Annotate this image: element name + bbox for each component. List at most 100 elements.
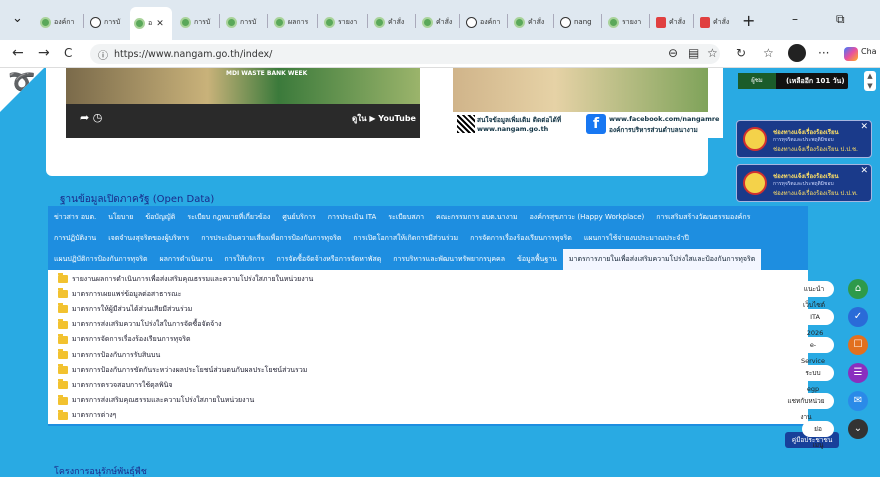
site-info-icon[interactable]: ⓘ bbox=[98, 47, 108, 62]
tab-label: องค์กา bbox=[480, 17, 501, 26]
side-menu-button[interactable]: ☰ bbox=[844, 363, 872, 383]
nav-link[interactable]: ผลการดำเนินงาน bbox=[154, 254, 219, 265]
nav-link[interactable]: ข้อบัญญัติ bbox=[139, 212, 181, 223]
tab-close-icon[interactable]: ✕ bbox=[156, 19, 164, 29]
nav-link[interactable]: การปฏิบัติงาน bbox=[48, 233, 102, 244]
pdf-icon bbox=[700, 16, 710, 28]
browser-tab[interactable]: คำสั่ง bbox=[696, 9, 736, 35]
site-favicon-icon bbox=[422, 16, 433, 28]
copilot-icon[interactable] bbox=[844, 47, 858, 61]
tab-label: การบั bbox=[194, 17, 211, 26]
nav-link[interactable]: การประเมินความเสี่ยงเพื่อการป้องกันการทุ… bbox=[195, 233, 347, 244]
reload-button[interactable]: C bbox=[64, 46, 72, 60]
url-field[interactable]: ⓘ https://www.nangam.go.th/index/ bbox=[90, 44, 720, 64]
browser-tab[interactable]: รายงา bbox=[320, 9, 366, 35]
tab-separator bbox=[367, 14, 368, 28]
notification-subtitle: การทุจริตและประพฤติมิชอบ bbox=[773, 181, 834, 187]
browser-tab[interactable]: คำสั่ง bbox=[510, 9, 552, 35]
list-item[interactable]: รายงานผลการดำเนินการเพื่อส่งเสริมคุณธรรม… bbox=[58, 273, 313, 285]
share-icon[interactable]: ➦ ◷ bbox=[80, 111, 102, 124]
list-item[interactable]: มาตรการส่งเสริมความโปร่งใสในการจัดซื้อจั… bbox=[58, 318, 222, 331]
nav-link[interactable]: ระเบียบ กฎหมายที่เกี่ยวข้อง bbox=[181, 212, 276, 223]
nav-link[interactable]: ข้อมูลพื้นฐาน bbox=[511, 254, 563, 265]
browser-tab[interactable]: คำสั่ง bbox=[418, 9, 458, 35]
side-menu-label[interactable]: แนะนำเว็บไซต์ bbox=[794, 281, 834, 309]
site-favicon-icon bbox=[374, 16, 385, 28]
side-menu-button[interactable]: ✉ bbox=[844, 391, 872, 411]
browser-tab[interactable]: การบั bbox=[176, 9, 218, 35]
nav-link[interactable]: ศูนย์บริการ bbox=[276, 212, 321, 223]
tab-active[interactable]: อ ✕ bbox=[130, 7, 172, 40]
nav-link[interactable]: การจัดซื้อจัดจ้างหรือการจัดหาพัสดุ bbox=[271, 254, 388, 265]
nav-link[interactable]: ระเบียบสภา bbox=[382, 212, 430, 223]
side-menu-button[interactable]: ⌄ bbox=[844, 419, 872, 439]
nav-link[interactable]: การประเมิน ITA bbox=[322, 212, 383, 223]
more-menu-icon[interactable]: ··· bbox=[818, 46, 829, 60]
close-icon[interactable]: ✕ bbox=[860, 166, 868, 176]
tab-label: คำสั่ง bbox=[669, 17, 686, 26]
nav-link[interactable]: เจตจำนงสุจริตของผู้บริหาร bbox=[102, 233, 195, 244]
zoom-icon[interactable]: ⊖ bbox=[668, 46, 678, 60]
open-data-title[interactable]: ฐานข้อมูลเปิดภาครัฐ (Open Data) bbox=[60, 192, 214, 207]
nav-link[interactable]: มาตรการภายในเพื่อส่งเสริมความโปร่งใสและป… bbox=[562, 249, 762, 270]
list-item[interactable]: มาตรการป้องกันการขัดกันระหว่างผลประโยชน์… bbox=[58, 364, 307, 376]
open-data-nav: ข่าวสาร อบต. นโยบาย ข้อบัญญัติ ระเบียบ กฎหม… bbox=[48, 206, 808, 270]
list-item[interactable]: มาตรการให้ผู้มีส่วนได้ส่วนเสียมีส่วนร่วม bbox=[58, 303, 192, 315]
browser-tab[interactable]: องค์กา bbox=[36, 9, 80, 35]
page-scroll-control[interactable]: ▲ ▼ bbox=[864, 71, 876, 91]
tab-list-dropdown-icon[interactable]: ⌄ bbox=[12, 11, 23, 26]
list-item[interactable]: มาตรการส่งเสริมคุณธรรมและความโปร่งใสภายใ… bbox=[58, 394, 254, 407]
list-item[interactable]: มาตรการจัดการเรื่องร้องเรียนการทุจริต bbox=[58, 333, 191, 346]
browser-tab[interactable]: องค์กา bbox=[462, 9, 506, 35]
list-item[interactable]: มาตรการตรวจสอบการใช้ดุลพินิจ bbox=[58, 379, 172, 391]
browser-tab[interactable]: รายงา bbox=[604, 9, 648, 35]
nav-link[interactable]: การเปิดโอกาสให้เกิดการมีส่วนร่วม bbox=[347, 233, 464, 244]
nav-link[interactable]: แผนการใช้จ่ายงบประมาณประจำปี bbox=[578, 233, 695, 244]
back-button[interactable]: ← bbox=[12, 45, 24, 61]
browser-tab[interactable]: nang bbox=[556, 9, 600, 35]
profile-avatar[interactable] bbox=[788, 44, 806, 62]
side-menu-label[interactable]: แชทกับหน่วยงาน bbox=[778, 393, 834, 421]
nav-link[interactable]: นโยบาย bbox=[102, 212, 139, 223]
favorites-icon[interactable]: ☆ bbox=[763, 46, 774, 60]
side-menu-label[interactable]: e-Service bbox=[792, 337, 834, 365]
nav-link[interactable]: คณะกรรมการ อบต.นางาม bbox=[430, 212, 524, 223]
nav-link[interactable]: การบริหารและพัฒนาทรัพยากรบุคคล bbox=[387, 254, 511, 265]
list-item[interactable]: มาตรการต่างๆ bbox=[58, 409, 116, 422]
browser-tab[interactable]: การบั bbox=[86, 9, 126, 35]
browser-tab[interactable]: การบั bbox=[222, 9, 266, 35]
side-menu-label[interactable]: ITA 2026 bbox=[796, 309, 834, 337]
new-tab-button[interactable]: + bbox=[742, 11, 755, 30]
side-menu-button[interactable]: ☐ bbox=[844, 335, 872, 355]
nav-link[interactable]: แผนปฏิบัติการป้องกันการทุจริต bbox=[48, 254, 154, 265]
forward-button[interactable]: → bbox=[38, 45, 50, 61]
side-menu-label[interactable]: ย่อเมนู bbox=[802, 421, 834, 449]
browser-tab[interactable]: คำสั่ง bbox=[370, 9, 414, 35]
list-icon: ☰ bbox=[848, 363, 868, 383]
minimize-button[interactable]: – bbox=[792, 12, 798, 26]
list-item[interactable]: มาตรการป้องกันการรับสินบน bbox=[58, 349, 160, 361]
side-menu-label[interactable]: ระบบ egp bbox=[792, 365, 834, 393]
video-player[interactable]: MDI WASTE BANK WEEK ➦ ◷ ดูใน ▶ YouTube bbox=[66, 68, 420, 138]
reader-view-icon[interactable]: ▤ bbox=[688, 46, 699, 60]
close-icon[interactable]: ✕ bbox=[860, 122, 868, 132]
nav-link[interactable]: การจัดการเรื่องร้องเรียนการทุจริต bbox=[464, 233, 578, 244]
nav-link[interactable]: การให้บริการ bbox=[218, 254, 270, 265]
complaint-notification[interactable]: ช่องทางแจ้งเรื่องร้องเรียน การทุจริตและปร… bbox=[736, 120, 872, 158]
copilot-label[interactable]: Cha bbox=[861, 47, 877, 56]
side-menu-button[interactable]: ✓ bbox=[844, 307, 872, 327]
nav-link[interactable]: ข่าวสาร อบต. bbox=[48, 212, 102, 223]
youtube-link[interactable]: ดูใน ▶ YouTube bbox=[352, 112, 416, 125]
tab-separator bbox=[267, 14, 268, 28]
restore-button[interactable]: ⧉ bbox=[836, 12, 845, 27]
list-bottom-border bbox=[48, 424, 808, 426]
browser-tab[interactable]: ผลการ bbox=[270, 9, 316, 35]
browser-tab[interactable]: คำสั่ง bbox=[652, 9, 692, 35]
nav-link[interactable]: องค์กรสุขภาวะ (Happy Workplace) bbox=[524, 212, 651, 223]
side-menu-button[interactable]: ⌂ bbox=[844, 279, 872, 299]
favorite-star-icon[interactable]: ☆ bbox=[707, 46, 718, 60]
list-item[interactable]: มาตรการเผยแพร่ข้อมูลต่อสาธารณะ bbox=[58, 288, 181, 300]
nav-link[interactable]: การเสริมสร้างวัฒนธรรมองค์กร bbox=[650, 212, 756, 223]
refresh-shield-icon[interactable]: ↻ bbox=[736, 46, 746, 60]
complaint-notification[interactable]: ช่องทางแจ้งเรื่องร้องเรียน การทุจริตและปร… bbox=[736, 164, 872, 202]
